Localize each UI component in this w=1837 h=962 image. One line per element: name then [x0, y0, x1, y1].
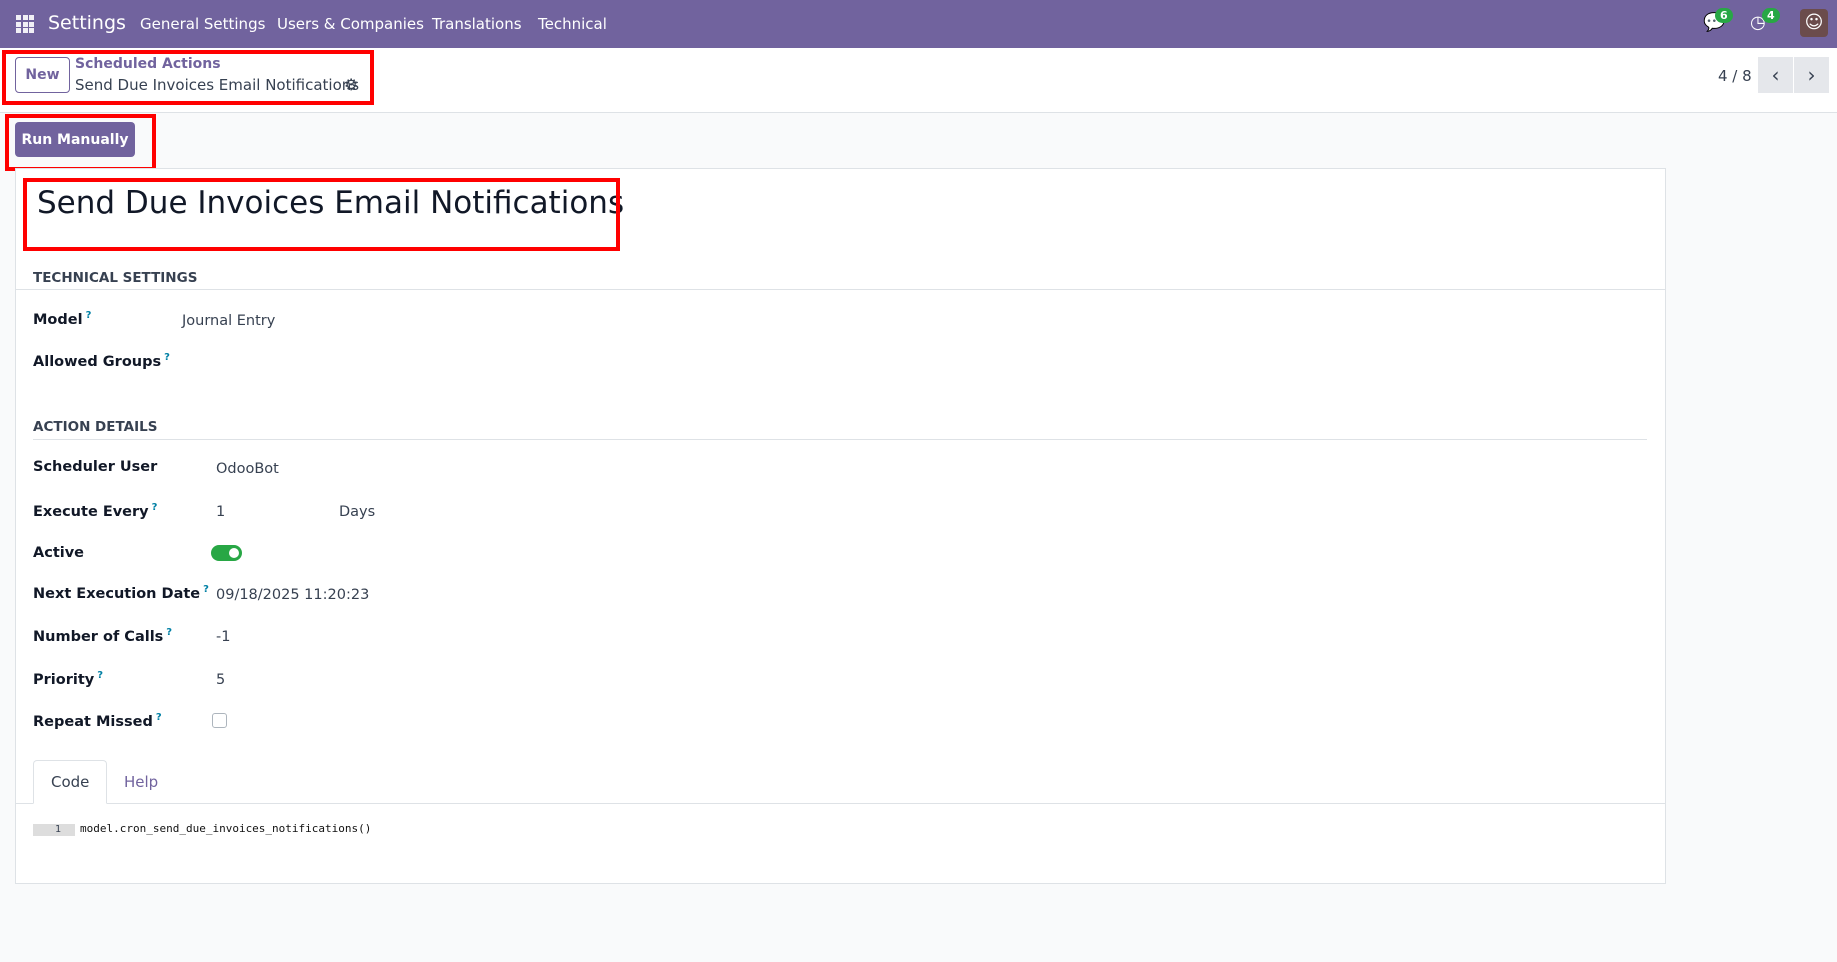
- next-execution-date-field[interactable]: 09/18/2025 11:20:23: [216, 587, 369, 603]
- allowed-groups-label: Allowed Groups?: [33, 352, 170, 370]
- tabs-divider: [16, 803, 1665, 804]
- repeat-missed-label: Repeat Missed?: [33, 712, 162, 730]
- messages-badge: 6: [1715, 8, 1733, 23]
- execute-every-field[interactable]: 1: [216, 504, 225, 520]
- repeat-missed-checkbox[interactable]: [212, 713, 227, 728]
- active-toggle[interactable]: [211, 545, 242, 561]
- model-field[interactable]: Journal Entry: [182, 313, 275, 329]
- chevron-right-icon: ›: [1807, 63, 1816, 87]
- activities-badge: 4: [1762, 8, 1780, 23]
- number-of-calls-label: Number of Calls?: [33, 627, 173, 645]
- tab-code[interactable]: Code: [33, 760, 108, 804]
- model-label: Model?: [33, 310, 92, 328]
- next-execution-date-label: Next Execution Date?: [33, 584, 209, 602]
- user-avatar[interactable]: ☺: [1800, 9, 1828, 37]
- scheduler-user-field[interactable]: OdooBot: [216, 461, 279, 477]
- activities-icon[interactable]: ◷ 4: [1750, 8, 1780, 33]
- menu-general-settings[interactable]: General Settings: [140, 15, 265, 33]
- scheduler-user-label: Scheduler User: [33, 459, 158, 475]
- section-technical-settings: TECHNICAL SETTINGS: [33, 270, 198, 286]
- code-line-number: 1: [33, 824, 75, 836]
- execute-every-label: Execute Every?: [33, 502, 158, 520]
- pager-value[interactable]: 4 / 8: [1718, 67, 1752, 85]
- divider: [33, 439, 1647, 440]
- divider: [16, 289, 1665, 290]
- tab-help[interactable]: Help: [107, 760, 175, 804]
- messages-icon[interactable]: 💬 6: [1703, 8, 1733, 33]
- highlight-box: [23, 178, 620, 251]
- number-of-calls-field[interactable]: -1: [216, 629, 230, 645]
- pager-previous-button[interactable]: ‹: [1758, 57, 1793, 93]
- active-label: Active: [33, 545, 85, 561]
- highlight-box: [2, 50, 374, 105]
- interval-unit-select[interactable]: Days: [339, 504, 375, 520]
- app-name[interactable]: Settings: [48, 12, 126, 34]
- section-action-details: ACTION DETAILS: [33, 419, 158, 435]
- top-navbar: Settings General Settings Users & Compan…: [0, 0, 1837, 48]
- menu-translations[interactable]: Translations: [432, 15, 522, 33]
- app-menu-icon[interactable]: [16, 15, 34, 33]
- code-editor[interactable]: model.cron_send_due_invoices_notificatio…: [80, 822, 371, 835]
- chevron-left-icon: ‹: [1771, 63, 1780, 87]
- form-sheet: [15, 168, 1666, 884]
- menu-users-companies[interactable]: Users & Companies: [277, 15, 424, 33]
- menu-technical[interactable]: Technical: [538, 15, 607, 33]
- highlight-box: [5, 114, 156, 171]
- pager-next-button[interactable]: ›: [1794, 57, 1829, 93]
- priority-label: Priority?: [33, 670, 104, 688]
- priority-field[interactable]: 5: [216, 672, 225, 688]
